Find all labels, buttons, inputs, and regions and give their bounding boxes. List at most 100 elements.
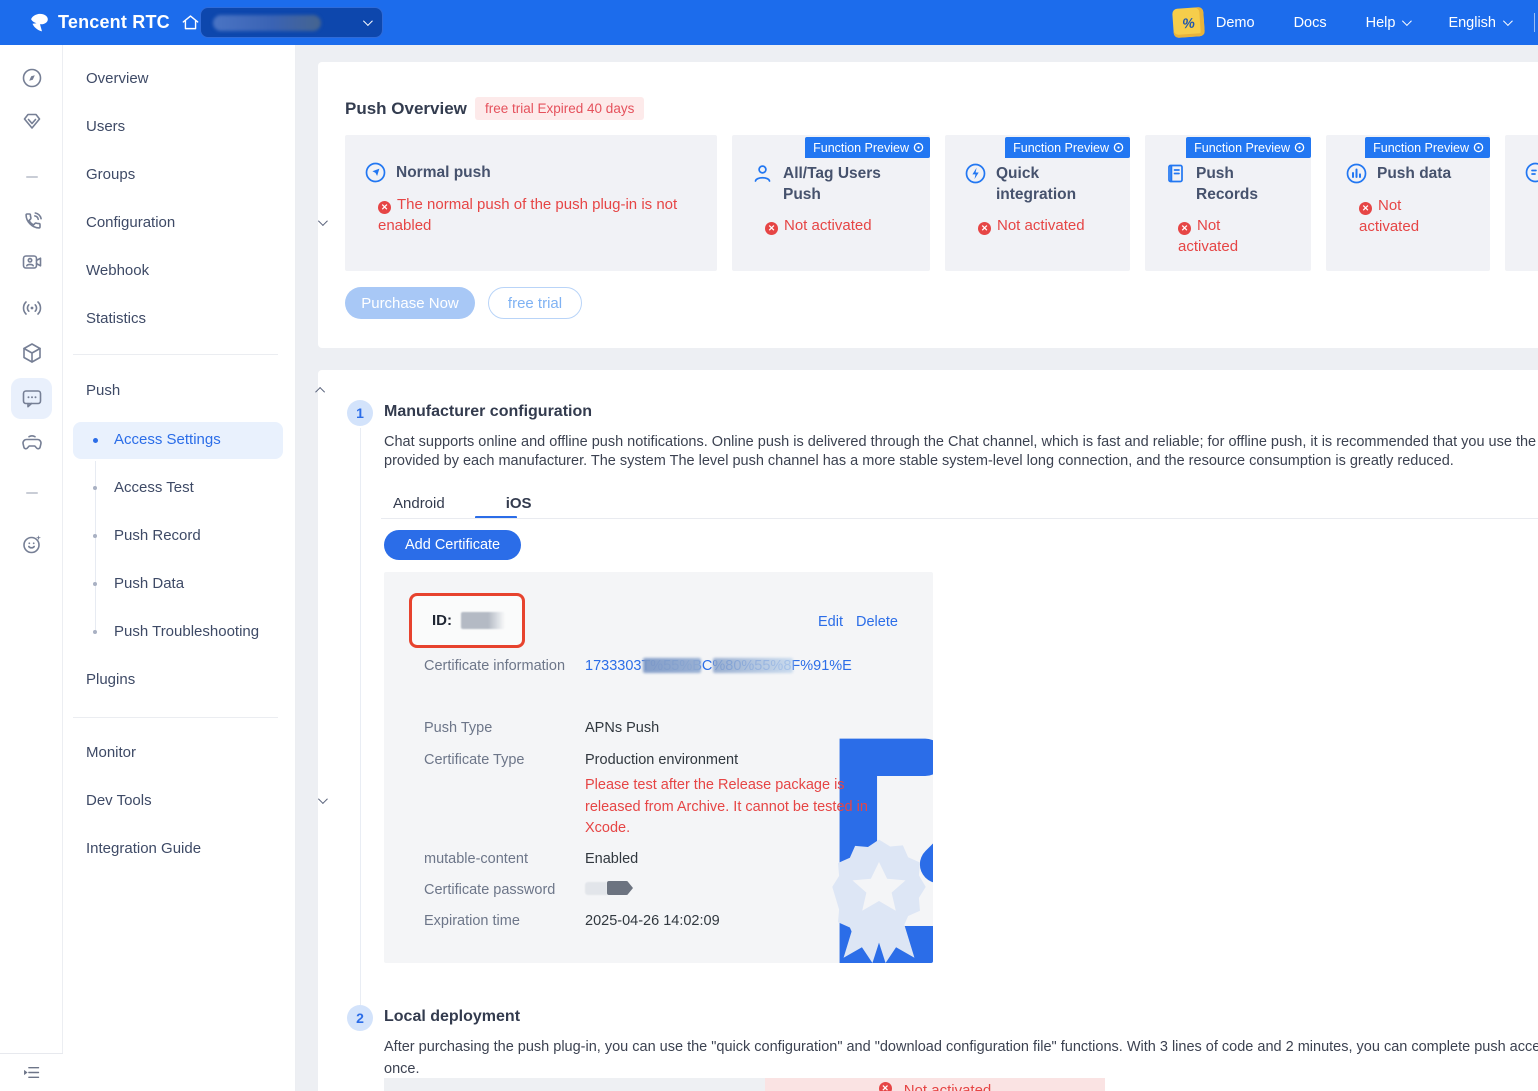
card-partial [1505,135,1538,271]
page-title: Push Overview [345,99,467,119]
sidebar-item-monitor[interactable]: Monitor [86,743,136,763]
lightning-circle-icon [964,162,987,185]
topbar-divider [1534,13,1535,32]
document-icon [1164,162,1187,185]
certificate-type-label: Certificate Type [424,750,574,771]
expiration-time-value: 2025-04-26 14:02:09 [585,911,720,932]
info-circle-icon [1473,142,1484,153]
tab-bottom-border [381,518,1538,519]
certificate-file-link[interactable]: 1733303T%55%BC%80%55%8F%91%E [585,656,933,677]
platform-tabs: Android iOS [393,495,532,512]
function-preview-badge[interactable]: Function Preview [1365,137,1490,158]
compass-icon[interactable] [20,66,44,90]
bullet [93,630,97,634]
push-overview-panel: Push Overview free trial Expired 40 days… [318,62,1538,348]
certificate-id-highlight-box: ID: [409,593,525,648]
delete-link[interactable]: Delete [856,614,898,630]
purchase-now-button[interactable]: Purchase Now [345,287,475,319]
sidebar: Overview Users Groups Configuration Webh… [63,45,296,1091]
sidebar-item-webhook[interactable]: Webhook [86,261,149,281]
home-icon[interactable] [180,12,201,33]
cube-icon[interactable] [20,341,44,365]
certificate-info-label: Certificate information [424,656,574,677]
sidebar-item-statistics[interactable]: Statistics [86,309,146,329]
rail-footer [0,1053,63,1091]
sidebar-item-overview[interactable]: Overview [86,69,149,89]
video-call-icon[interactable] [20,250,44,274]
sidebar-item-push-data[interactable]: Push Data [114,574,184,594]
tab-android[interactable]: Android [393,495,445,512]
sidebar-item-groups[interactable]: Groups [86,165,135,185]
certificate-type-value: Production environment [585,750,738,771]
partial-status-tab[interactable]: ✕Not activated [765,1078,1105,1091]
card-normal-push: Normal push ✕The normal push of the push… [345,135,717,271]
card-title: Push Records [1196,162,1276,205]
redacted-blur [713,658,793,673]
error-icon: ✕ [879,1082,892,1091]
function-preview-badge[interactable]: Function Preview [1005,137,1130,158]
add-certificate-button[interactable]: Add Certificate [384,530,521,560]
error-icon: ✕ [1359,202,1372,215]
nav-language[interactable]: English [1448,15,1510,31]
tencent-rtc-logo-icon [26,11,50,35]
info-circle-icon [1113,142,1124,153]
chevron-down-icon [1503,16,1513,26]
brand[interactable]: Tencent RTC [26,0,201,45]
sidebar-item-integration-guide[interactable]: Integration Guide [86,839,201,859]
sidebar-item-dev-tools[interactable]: Dev Tools [86,791,152,811]
sidebar-item-plugins[interactable]: Plugins [86,670,135,690]
id-label: ID: [432,612,452,629]
chevron-down-icon [363,16,373,26]
sidebar-item-access-test[interactable]: Access Test [114,478,194,498]
page: Tencent RTC % Demo Docs Help English [0,0,1538,1091]
function-preview-badge[interactable]: Function Preview [805,137,930,158]
nav-help[interactable]: Help [1366,15,1410,31]
error-icon: ✕ [378,201,391,214]
account-name-redacted [213,15,321,31]
id-value-redacted [461,612,505,629]
card-quick-integration: Function Preview Quick integration ✕Not … [945,135,1130,271]
certificate-password-redacted [585,881,633,895]
sidebar-item-push-troubleshooting[interactable]: Push Troubleshooting [114,622,259,642]
card-status: ✕The normal push of the push plug-in is … [378,194,708,236]
gem-icon[interactable] [20,109,44,133]
card-push-data: Function Preview Push data ✕Not activate… [1326,135,1490,271]
chart-circle-icon [1345,162,1368,185]
sidebar-item-access-settings-label[interactable]: Access Settings [114,430,221,450]
live-broadcast-icon[interactable] [20,296,44,320]
error-icon: ✕ [978,222,991,235]
nav-docs[interactable]: Docs [1294,15,1327,31]
icon-rail [0,45,63,1053]
phone-icon[interactable] [20,210,44,234]
nav-demo[interactable]: Demo [1216,15,1255,31]
circle-icon-partial [1524,161,1538,184]
game-controller-icon[interactable] [20,430,44,454]
function-preview-badge[interactable]: Function Preview [1186,137,1311,158]
rail-divider [26,176,38,178]
chevron-down-icon [1402,16,1412,26]
bullet [93,486,97,490]
sidebar-item-configuration[interactable]: Configuration [86,213,175,233]
collapse-sidebar-icon[interactable] [21,1062,42,1083]
chat-icon[interactable] [20,386,44,410]
rail-divider [26,492,38,494]
tab-ios[interactable]: iOS [506,495,532,512]
bullet [93,534,97,538]
sidebar-item-push-record[interactable]: Push Record [114,526,201,546]
certificate-actions: Edit Delete [818,614,898,630]
card-status: ✕Not activated [1178,215,1253,257]
feature-cards: Normal push ✕The normal push of the push… [345,135,1538,271]
step-connector-line [360,428,361,1005]
account-selector[interactable] [200,7,383,38]
info-circle-icon [913,142,924,153]
sidebar-item-users[interactable]: Users [86,117,125,137]
coupon-icon[interactable]: % [1172,7,1205,38]
free-trial-button[interactable]: free trial [488,287,582,319]
expiration-time-label: Expiration time [424,911,574,932]
error-icon: ✕ [765,222,778,235]
local-deployment-description-line1: After purchasing the push plug-in, you c… [384,1038,1538,1057]
edit-link[interactable]: Edit [818,614,843,630]
sidebar-item-push[interactable]: Push [86,381,120,401]
partial-tab[interactable] [384,1078,765,1091]
emoji-icon[interactable] [20,532,44,556]
